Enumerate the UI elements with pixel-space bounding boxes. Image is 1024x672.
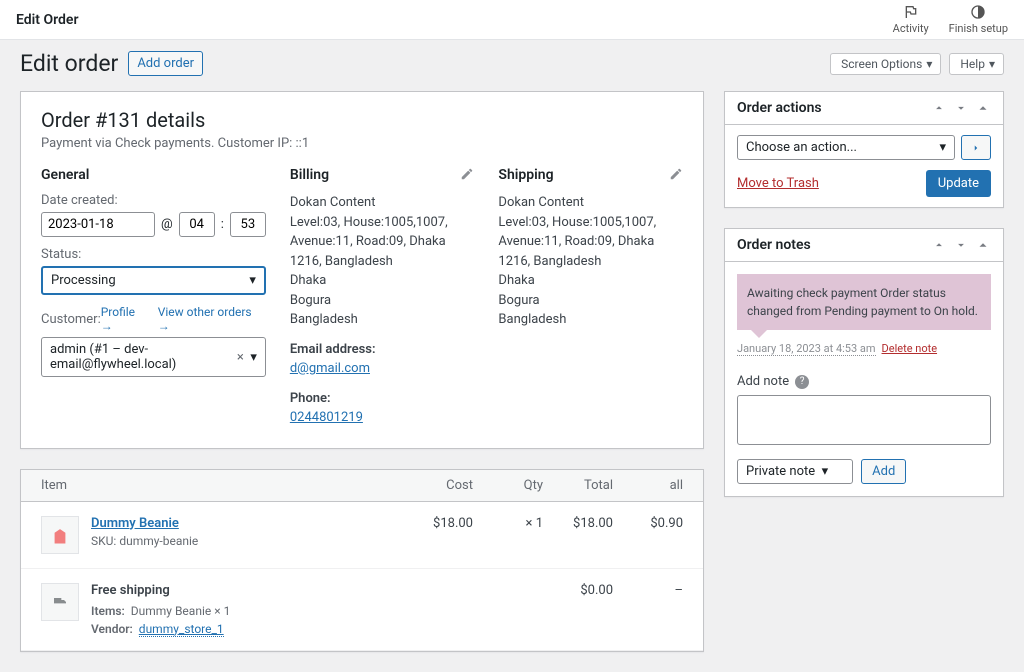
phone-label: Phone: [290,389,475,409]
note-textarea[interactable] [737,395,991,445]
status-label: Status: [41,247,266,262]
view-other-orders-link[interactable]: View other orders → [158,305,266,333]
topbar-title: Edit Order [16,12,78,28]
minute-input[interactable] [230,212,266,237]
flag-icon [903,4,919,20]
billing-heading: Billing [290,167,475,183]
email-label: Email address: [290,340,475,360]
vendor-link[interactable]: dummy_store_1 [139,622,224,637]
th-qty: Qty [473,478,543,493]
add-order-button[interactable]: Add order [128,51,203,76]
chevron-down-icon: ▾ [939,140,946,155]
order-actions-heading: Order actions [737,100,822,116]
order-items-box: Item Cost Qty Total all Dummy Beanie SKU… [20,469,704,652]
shipping-column: Shipping Dokan Content Level:03, House:1… [498,167,683,428]
chevron-down-icon: ▾ [822,464,829,479]
product-thumbnail [41,516,79,554]
chevron-right-icon [971,143,981,153]
billing-phone-link[interactable]: 0244801219 [290,410,363,425]
shipping-heading: Shipping [498,167,683,183]
help-icon[interactable]: ? [795,375,809,389]
clear-customer-icon[interactable]: × [237,350,244,365]
chevron-up-icon [932,101,946,115]
right-column: Order actions Choose an action...▾ Move … [724,91,1004,497]
th-total: Total [543,478,613,493]
update-button[interactable]: Update [926,170,991,197]
delete-note-link[interactable]: Delete note [882,342,938,356]
product-name-link[interactable]: Dummy Beanie [91,516,179,531]
edit-shipping-button[interactable] [669,167,683,185]
shipping-tax: – [613,583,683,598]
billing-email-link[interactable]: d@gmail.com [290,361,370,376]
chevron-down-icon: ▾ [249,273,256,288]
date-input[interactable] [41,212,155,237]
caret-up-icon [976,101,990,115]
chevron-down-icon [954,101,968,115]
order-action-select[interactable]: Choose an action...▾ [737,135,955,160]
chevron-down-icon: ▾ [926,57,932,71]
note-type-select[interactable]: Private note ▾ [737,459,853,484]
order-subtitle: Payment via Check payments. Customer IP:… [41,136,683,151]
order-details-box: Order #131 details Payment via Check pay… [20,91,704,449]
shipping-thumbnail [41,583,79,621]
order-actions-box: Order actions Choose an action...▾ Move … [724,91,1004,208]
progress-circle-icon [970,4,986,20]
items-table-header: Item Cost Qty Total all [21,470,703,502]
topbar-actions: Activity Finish setup [893,4,1008,35]
pencil-icon [460,167,474,181]
help-button[interactable]: Help ▾ [949,53,1004,75]
customer-label: Customer: [41,312,101,327]
move-up-button[interactable] [931,237,947,253]
profile-link[interactable]: Profile → [101,305,150,333]
th-all: all [613,478,683,493]
page-header: Edit order Add order Screen Options ▾ He… [0,40,1024,91]
th-cost: Cost [403,478,473,493]
item-qty: × 1 [473,516,543,531]
th-item: Item [41,478,403,493]
activity-button[interactable]: Activity [893,4,929,35]
chevron-down-icon [954,238,968,252]
left-column: Order #131 details Payment via Check pay… [20,91,704,652]
move-down-button[interactable] [953,100,969,116]
general-heading: General [41,167,266,183]
table-row: Dummy Beanie SKU: dummy-beanie $18.00 × … [21,502,703,569]
main-content: Order #131 details Payment via Check pay… [0,91,1024,672]
hour-input[interactable] [179,212,215,237]
move-to-trash-link[interactable]: Move to Trash [737,176,819,191]
billing-column: Billing Dokan Content Level:03, House:10… [290,167,475,428]
table-row: Free shipping Items: Dummy Beanie × 1 Ve… [21,569,703,651]
customer-select[interactable]: admin (#1 – dev-email@flywheel.local) × … [41,337,266,377]
apply-action-button[interactable] [961,135,991,160]
truck-icon [50,594,70,610]
edit-billing-button[interactable] [460,167,474,185]
move-down-button[interactable] [953,237,969,253]
chevron-up-icon [932,238,946,252]
move-up-button[interactable] [931,100,947,116]
chevron-down-icon: ▾ [989,57,995,71]
caret-up-icon [976,238,990,252]
toggle-box-button[interactable] [975,237,991,253]
toggle-box-button[interactable] [975,100,991,116]
shipping-method-name: Free shipping [91,583,403,598]
admin-topbar: Edit Order Activity Finish setup [0,0,1024,40]
order-note: Awaiting check payment Order status chan… [737,274,991,330]
add-note-label: Add note [737,374,789,389]
pencil-icon [669,167,683,181]
order-notes-heading: Order notes [737,237,811,253]
shipping-total: $0.00 [543,583,613,598]
item-cost: $18.00 [403,516,473,531]
screen-options-button[interactable]: Screen Options ▾ [830,53,941,75]
finish-setup-button[interactable]: Finish setup [949,4,1008,35]
chevron-down-icon: ▾ [250,350,257,365]
add-note-button[interactable]: Add [861,459,906,484]
order-title: Order #131 details [41,108,683,132]
page-title: Edit order [20,50,118,77]
general-column: General Date created: @ : [41,167,266,428]
item-tax: $0.90 [613,516,683,531]
item-total: $18.00 [543,516,613,531]
date-created-label: Date created: [41,193,266,208]
note-timestamp: January 18, 2023 at 4:53 am [737,342,876,356]
order-notes-box: Order notes Awaiting check payment Order… [724,228,1004,497]
status-select[interactable]: Processing ▾ [41,266,266,295]
